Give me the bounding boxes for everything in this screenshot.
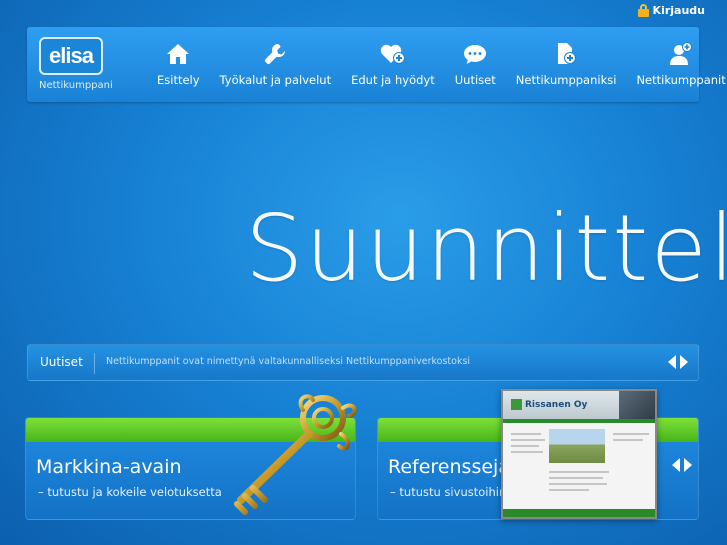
hero-text: Suunnittel <box>245 195 727 302</box>
thumbnail-text-line <box>511 433 541 435</box>
main-header: elisa Nettikumppani Esittely Työkalut ja… <box>27 27 726 102</box>
document-plus-icon <box>555 41 577 67</box>
thumbnail-text-line <box>511 451 543 453</box>
golden-key-icon <box>234 394 357 515</box>
thumbnail-text-line <box>511 439 545 441</box>
nav-label: Työkalut ja palvelut <box>219 73 332 87</box>
thumbnail-building-image <box>619 391 655 419</box>
card-title: Referenssejä <box>388 456 510 478</box>
thumbnail-text-line <box>613 433 649 435</box>
person-plus-icon <box>669 41 693 67</box>
nav-label: Nettikumppaniksi <box>515 73 617 87</box>
card-subtitle: – tutustu sivustoihin <box>390 485 507 499</box>
nav-label: Edut ja hyödyt <box>351 73 435 87</box>
heart-plus-icon <box>380 41 406 67</box>
thumbnail-logo-icon <box>511 399 522 410</box>
reference-site-thumbnail[interactable]: Rissanen Oy <box>501 389 657 519</box>
card-subtitle: – tutustu ja kokeile velotuksetta <box>38 485 222 499</box>
home-icon <box>166 41 190 67</box>
nav-item-tyokalut[interactable]: Työkalut ja palvelut <box>210 41 342 87</box>
card-title: Markkina-avain <box>36 456 182 478</box>
thumbnail-footer <box>503 509 655 517</box>
nav-item-nettikumppanit[interactable]: Nettikumppanit <box>626 41 727 87</box>
arrow-left-icon[interactable] <box>672 458 680 472</box>
news-label: Uutiset <box>40 355 83 369</box>
nav-item-nettikumppaniksi[interactable]: Nettikumppaniksi <box>506 41 627 87</box>
thumbnail-text-line <box>549 483 607 485</box>
arrow-right-icon[interactable] <box>680 355 688 369</box>
thumbnail-text-line <box>549 471 609 473</box>
thumbnail-text-line <box>549 489 589 491</box>
news-arrows <box>668 355 688 369</box>
nav-item-esittely[interactable]: Esittely <box>147 41 210 87</box>
arrow-left-icon[interactable] <box>668 355 676 369</box>
thumbnail-brand: Rissanen Oy <box>525 400 588 410</box>
thumbnail-text-line <box>613 439 643 441</box>
wrench-icon <box>264 41 286 67</box>
divider <box>94 353 95 374</box>
thumbnail-header: Rissanen Oy <box>503 391 655 419</box>
login-label: Kirjaudu <box>652 4 705 17</box>
login-link[interactable]: Kirjaudu <box>637 4 705 17</box>
lock-icon <box>637 4 649 17</box>
nav-item-uutiset[interactable]: Uutiset <box>445 41 506 87</box>
nav-label: Nettikumppanit <box>636 73 726 87</box>
thumbnail-text-line <box>511 445 539 447</box>
logo-text: elisa <box>49 43 94 68</box>
news-headline[interactable]: Nettikumppanit ovat nimettynä valtakunna… <box>106 356 646 367</box>
nav-label: Esittely <box>157 73 200 87</box>
nav-item-edut[interactable]: Edut ja hyödyt <box>341 41 445 87</box>
arrow-right-icon[interactable] <box>684 458 692 472</box>
thumbnail-text-line <box>549 477 603 479</box>
news-ticker: Uutiset Nettikumppanit ovat nimettynä va… <box>27 344 699 381</box>
elisa-logo[interactable]: elisa <box>39 37 103 75</box>
main-nav: Esittely Työkalut ja palvelut Edut ja hy… <box>147 41 727 87</box>
nav-label: Uutiset <box>454 73 496 87</box>
logo-subtitle: Nettikumppani <box>39 80 113 91</box>
reference-arrows <box>672 458 692 472</box>
chat-bubble-icon <box>463 41 487 67</box>
thumbnail-nav-strip <box>503 419 655 423</box>
thumbnail-photo <box>549 429 605 463</box>
